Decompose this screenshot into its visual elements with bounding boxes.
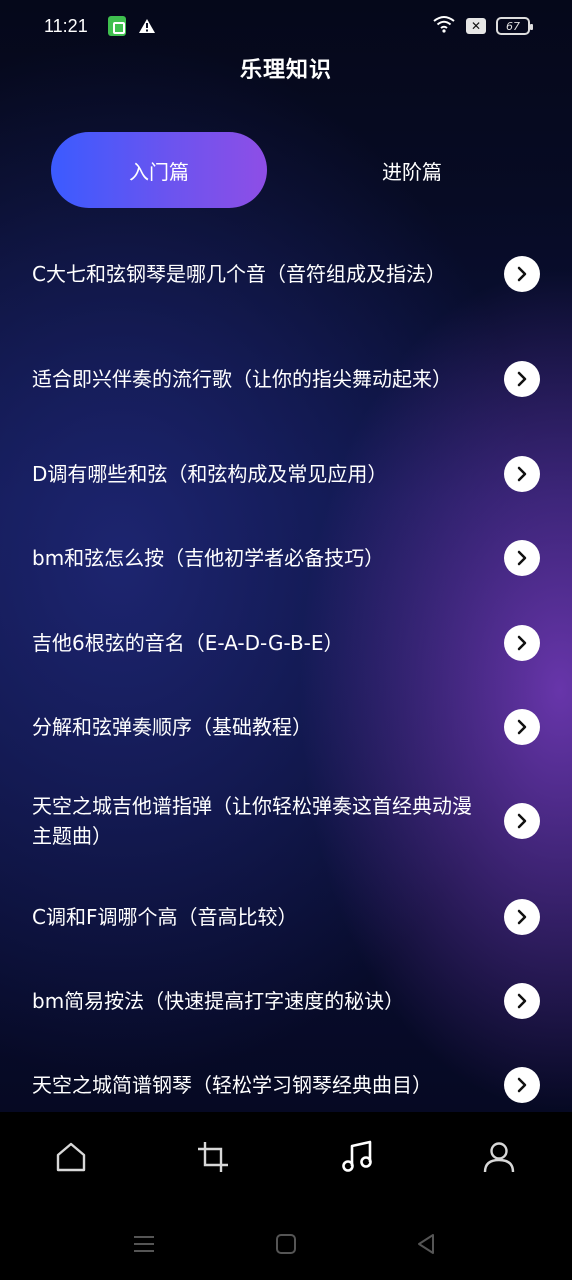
user-icon	[482, 1140, 516, 1178]
chevron-right-icon[interactable]	[504, 803, 540, 839]
nav-home[interactable]	[41, 1140, 101, 1200]
chevron-right-icon[interactable]	[504, 456, 540, 492]
chevron-right-icon[interactable]	[504, 1067, 540, 1103]
list-item[interactable]: 吉他6根弦的音名（E-A-D-G-B-E）	[0, 621, 572, 665]
status-time: 11:21	[44, 15, 88, 36]
sim-icon	[107, 16, 126, 36]
tab-beginner[interactable]: 入门篇	[51, 132, 267, 208]
battery-icon: 67	[496, 17, 533, 35]
chevron-right-icon[interactable]	[504, 899, 540, 935]
list-item-title: D调有哪些和弦（和弦构成及常见应用）	[32, 462, 388, 486]
tab-bar: 入门篇 进阶篇	[0, 132, 572, 208]
warning-icon	[138, 18, 156, 34]
battery-level: 67	[506, 19, 520, 33]
list-item[interactable]: 天空之城吉他谱指弹（让你轻松弹奏这首经典动漫主题曲）	[0, 777, 572, 865]
list-item-title: 天空之城吉他谱指弹（让你轻松弹奏这首经典动漫主题曲）	[32, 794, 472, 848]
crop-icon	[196, 1140, 230, 1178]
list-item-title: 天空之城简谱钢琴（轻松学习钢琴经典曲目）	[32, 1073, 432, 1097]
list-item[interactable]: bm简易按法（快速提高打字速度的秘诀）	[0, 979, 572, 1023]
list-item-title: C调和F调哪个高（音高比较）	[32, 905, 298, 929]
list-item[interactable]: 适合即兴伴奏的流行歌（让你的指尖舞动起来）	[0, 335, 572, 423]
list-item-title: bm简易按法（快速提高打字速度的秘诀）	[32, 989, 405, 1013]
tab-advanced[interactable]: 进阶篇	[304, 132, 520, 208]
list-item-title: bm和弦怎么按（吉他初学者必备技巧）	[32, 546, 385, 570]
list-item-title: 吉他6根弦的音名（E-A-D-G-B-E）	[32, 631, 344, 655]
status-left-icons	[107, 16, 156, 36]
chevron-right-icon[interactable]	[504, 625, 540, 661]
status-bar: 11:21 ✕ 67	[0, 0, 572, 52]
nav-music[interactable]	[327, 1140, 387, 1200]
home-icon	[54, 1140, 88, 1178]
x-box-icon: ✕	[466, 18, 486, 34]
app-screen: 11:21 ✕ 67 乐理知识 入门篇 进阶篇 C大七和弦钢琴是哪几个音（音符组…	[0, 0, 572, 1112]
list-item[interactable]: 分解和弦弹奏顺序（基础教程）	[0, 705, 572, 749]
nav-crop[interactable]	[183, 1140, 243, 1200]
list-item[interactable]: D调有哪些和弦（和弦构成及常见应用）	[0, 452, 572, 496]
back-triangle-icon[interactable]	[414, 1232, 438, 1260]
status-right-icons: ✕ 67	[432, 15, 533, 38]
system-navigation-bar	[0, 1212, 572, 1280]
bottom-nav	[0, 1112, 572, 1212]
list-item-title: 适合即兴伴奏的流行歌（让你的指尖舞动起来）	[32, 367, 452, 391]
chevron-right-icon[interactable]	[504, 256, 540, 292]
chevron-right-icon[interactable]	[504, 361, 540, 397]
chevron-right-icon[interactable]	[504, 709, 540, 745]
list-item[interactable]: bm和弦怎么按（吉他初学者必备技巧）	[0, 536, 572, 580]
music-note-icon	[340, 1140, 374, 1178]
chevron-right-icon[interactable]	[504, 983, 540, 1019]
nav-profile[interactable]	[469, 1140, 529, 1200]
chevron-right-icon[interactable]	[504, 540, 540, 576]
menu-icon[interactable]	[132, 1232, 156, 1260]
wifi-icon	[432, 15, 456, 38]
list-item[interactable]: 天空之城简谱钢琴（轻松学习钢琴经典曲目）	[0, 1063, 572, 1107]
page-title: 乐理知识	[239, 58, 332, 83]
home-square-icon[interactable]	[274, 1232, 298, 1260]
list-item-title: C大七和弦钢琴是哪几个音（音符组成及指法）	[32, 262, 446, 286]
list-item[interactable]: C调和F调哪个高（音高比较）	[0, 895, 572, 939]
list-item[interactable]: C大七和弦钢琴是哪几个音（音符组成及指法）	[0, 230, 572, 318]
list-item-title: 分解和弦弹奏顺序（基础教程）	[32, 715, 312, 739]
